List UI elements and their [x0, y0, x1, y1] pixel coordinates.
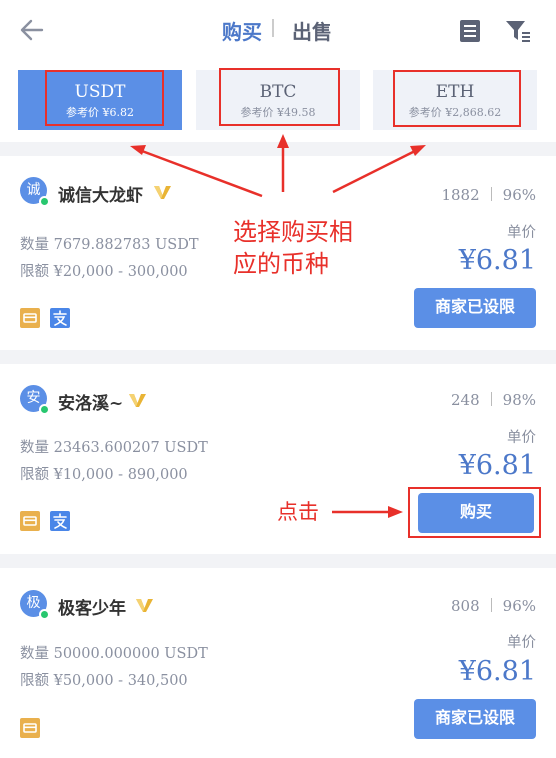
- online-status-dot: [39, 609, 50, 620]
- annotation-choose-coin: 选择购买相应的币种: [233, 218, 353, 278]
- alipay-icon: [50, 308, 70, 328]
- merchant-name[interactable]: 诚信大龙虾: [58, 181, 143, 206]
- completion-rate: 96%: [502, 597, 536, 615]
- vip-badge-icon: [154, 186, 171, 199]
- avatar-initial: 极: [26, 595, 41, 611]
- merchant-stats: 1882 96%: [441, 186, 536, 204]
- arrow-left-icon[interactable]: [16, 14, 48, 46]
- avatar: 诚: [20, 177, 50, 207]
- vip-badge-icon: [136, 599, 153, 612]
- listing-card: 极 极客少年 808 96% 单价 数量 50000.000000 USDT ¥6…: [0, 568, 556, 758]
- completion-rate: 98%: [502, 391, 536, 409]
- highlight-box-eth: [393, 70, 521, 127]
- filter-icon[interactable]: [505, 18, 531, 44]
- completion-rate: 96%: [502, 186, 536, 204]
- limit-text: 限额 ¥10,000 - 890,000: [20, 467, 188, 483]
- order-count: 808: [451, 597, 480, 615]
- highlight-box-usdt: [45, 70, 164, 126]
- stats-separator: [490, 187, 492, 201]
- section-divider: [0, 142, 556, 156]
- alipay-icon: [50, 511, 70, 531]
- merchant-stats: 248 98%: [451, 391, 536, 409]
- highlight-box-buy: [408, 487, 541, 538]
- highlight-box-btc: [219, 68, 340, 126]
- annotation-click: 点击: [277, 500, 319, 524]
- avatar-initial: 安: [26, 390, 41, 406]
- section-divider: [0, 554, 556, 568]
- limit-text: 限额 ¥20,000 - 300,000: [20, 264, 188, 280]
- document-icon[interactable]: [458, 19, 482, 43]
- unit-price: ¥6.81: [458, 656, 536, 687]
- order-count: 1882: [441, 186, 480, 204]
- top-bar: 购买 出售: [0, 0, 556, 62]
- quantity-text: 数量 50000.000000 USDT: [20, 646, 208, 662]
- quantity-text: 数量 23463.600207 USDT: [20, 440, 208, 456]
- tab-sell[interactable]: 出售: [292, 16, 332, 45]
- vip-badge-icon: [129, 394, 146, 407]
- merchant-stats: 808 96%: [451, 597, 536, 615]
- tab-separator: [272, 19, 274, 37]
- unit-price: ¥6.81: [458, 450, 536, 481]
- order-count: 248: [451, 391, 480, 409]
- bank-card-icon: [20, 718, 40, 738]
- avatar: 极: [20, 590, 50, 620]
- merchant-name[interactable]: 安洛溪~: [58, 389, 123, 414]
- unit-price-label: 单价: [507, 635, 536, 651]
- tab-buy[interactable]: 购买: [222, 16, 262, 45]
- unit-price: ¥6.81: [458, 245, 536, 276]
- bank-card-icon: [20, 511, 40, 531]
- stats-separator: [490, 392, 492, 406]
- online-status-dot: [39, 196, 50, 207]
- merchant-restricted-button[interactable]: 商家已设限: [414, 699, 536, 739]
- merchant-name[interactable]: 极客少年: [58, 594, 126, 619]
- unit-price-label: 单价: [507, 225, 536, 241]
- stats-separator: [490, 598, 492, 612]
- quantity-text: 数量 7679.882783 USDT: [20, 237, 199, 253]
- avatar: 安: [20, 385, 50, 415]
- bank-card-icon: [20, 308, 40, 328]
- avatar-initial: 诚: [26, 182, 41, 198]
- unit-price-label: 单价: [507, 430, 536, 446]
- online-status-dot: [39, 404, 50, 415]
- section-divider: [0, 350, 556, 364]
- limit-text: 限额 ¥50,000 - 340,500: [20, 673, 188, 689]
- merchant-restricted-button[interactable]: 商家已设限: [414, 288, 536, 328]
